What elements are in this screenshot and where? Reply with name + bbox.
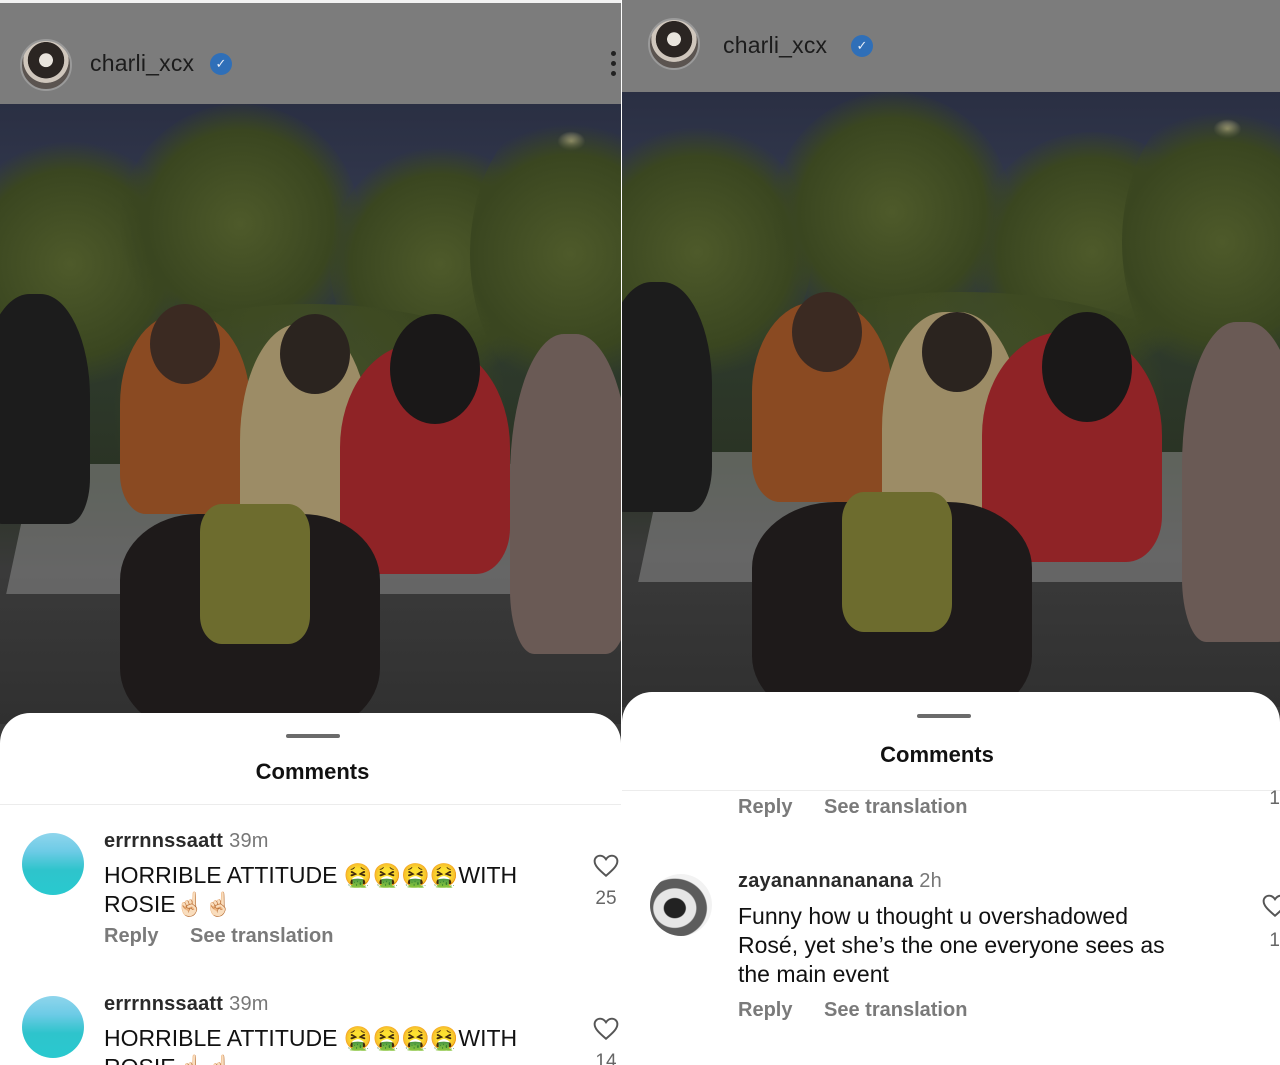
comment-text: HORRIBLE ATTITUDE 🤮🤮🤮🤮WITH ROSIE☝🏻☝🏻 bbox=[104, 1025, 518, 1065]
commenter-avatar[interactable] bbox=[22, 996, 84, 1058]
commenter-avatar[interactable] bbox=[650, 874, 712, 936]
drag-handle[interactable] bbox=[917, 714, 971, 718]
post-header: charli_xcx ✓ bbox=[622, 0, 1280, 92]
like-count: 14 bbox=[1269, 930, 1280, 951]
comment-actions: Reply See translation bbox=[738, 999, 993, 1022]
like-count: 25 bbox=[595, 888, 617, 909]
commenter-avatar[interactable] bbox=[22, 833, 84, 895]
comment-time: 39m bbox=[229, 830, 269, 852]
heart-icon[interactable] bbox=[1262, 894, 1280, 918]
see-translation-button[interactable]: See translation bbox=[824, 796, 967, 818]
left-screenshot: charli_xcx ✓ Comments errrnnssaatt 39m H… bbox=[0, 0, 621, 1065]
post-username[interactable]: charli_xcx bbox=[90, 50, 194, 77]
post-header: charli_xcx ✓ bbox=[0, 0, 621, 104]
reply-button[interactable]: Reply bbox=[104, 925, 158, 947]
heart-icon[interactable] bbox=[593, 1017, 619, 1041]
comments-title: Comments bbox=[880, 742, 994, 767]
comment-actions: Reply See translation bbox=[738, 796, 993, 819]
see-translation-button[interactable]: See translation bbox=[824, 999, 967, 1021]
see-translation-button[interactable]: See translation bbox=[190, 925, 333, 947]
post-username[interactable]: charli_xcx bbox=[723, 32, 827, 59]
post-photo[interactable] bbox=[622, 92, 1280, 707]
comments-sheet: Comments Reply See translation 17 zayana… bbox=[622, 692, 1280, 1065]
comment-text: Funny how u thought u overshadowed Rosé,… bbox=[738, 903, 1165, 987]
verified-badge-icon: ✓ bbox=[210, 53, 232, 75]
comment-text: HORRIBLE ATTITUDE 🤮🤮🤮🤮WITH ROSIE☝🏻☝🏻 bbox=[104, 862, 518, 917]
verified-badge-icon: ✓ bbox=[851, 35, 873, 57]
like-count: 17 bbox=[1269, 788, 1280, 809]
profile-avatar[interactable] bbox=[648, 18, 700, 70]
heart-icon[interactable] bbox=[593, 854, 619, 878]
drag-handle[interactable] bbox=[285, 734, 340, 738]
right-screenshot: charli_xcx ✓ Comments Reply See translat… bbox=[622, 0, 1280, 1065]
like-count: 14 bbox=[595, 1051, 617, 1065]
comment-time: 2h bbox=[919, 870, 942, 892]
profile-avatar[interactable] bbox=[20, 39, 72, 91]
comments-title: Comments bbox=[255, 759, 370, 784]
commenter-username[interactable]: zayanannananana 2h bbox=[738, 870, 942, 893]
reply-button[interactable]: Reply bbox=[738, 796, 792, 818]
commenter-username[interactable]: errrnnssaatt 39m bbox=[104, 830, 269, 853]
post-photo[interactable] bbox=[0, 104, 621, 724]
divider bbox=[622, 790, 1280, 791]
comments-sheet: Comments errrnnssaatt 39m HORRIBLE ATTITU… bbox=[0, 713, 621, 1065]
comment-time: 39m bbox=[229, 993, 269, 1015]
comment-actions: Reply See translation bbox=[104, 925, 359, 948]
commenter-username[interactable]: errrnnssaatt 39m bbox=[104, 993, 269, 1016]
more-options-icon[interactable] bbox=[611, 51, 617, 79]
reply-button[interactable]: Reply bbox=[738, 999, 792, 1021]
divider bbox=[0, 804, 621, 805]
